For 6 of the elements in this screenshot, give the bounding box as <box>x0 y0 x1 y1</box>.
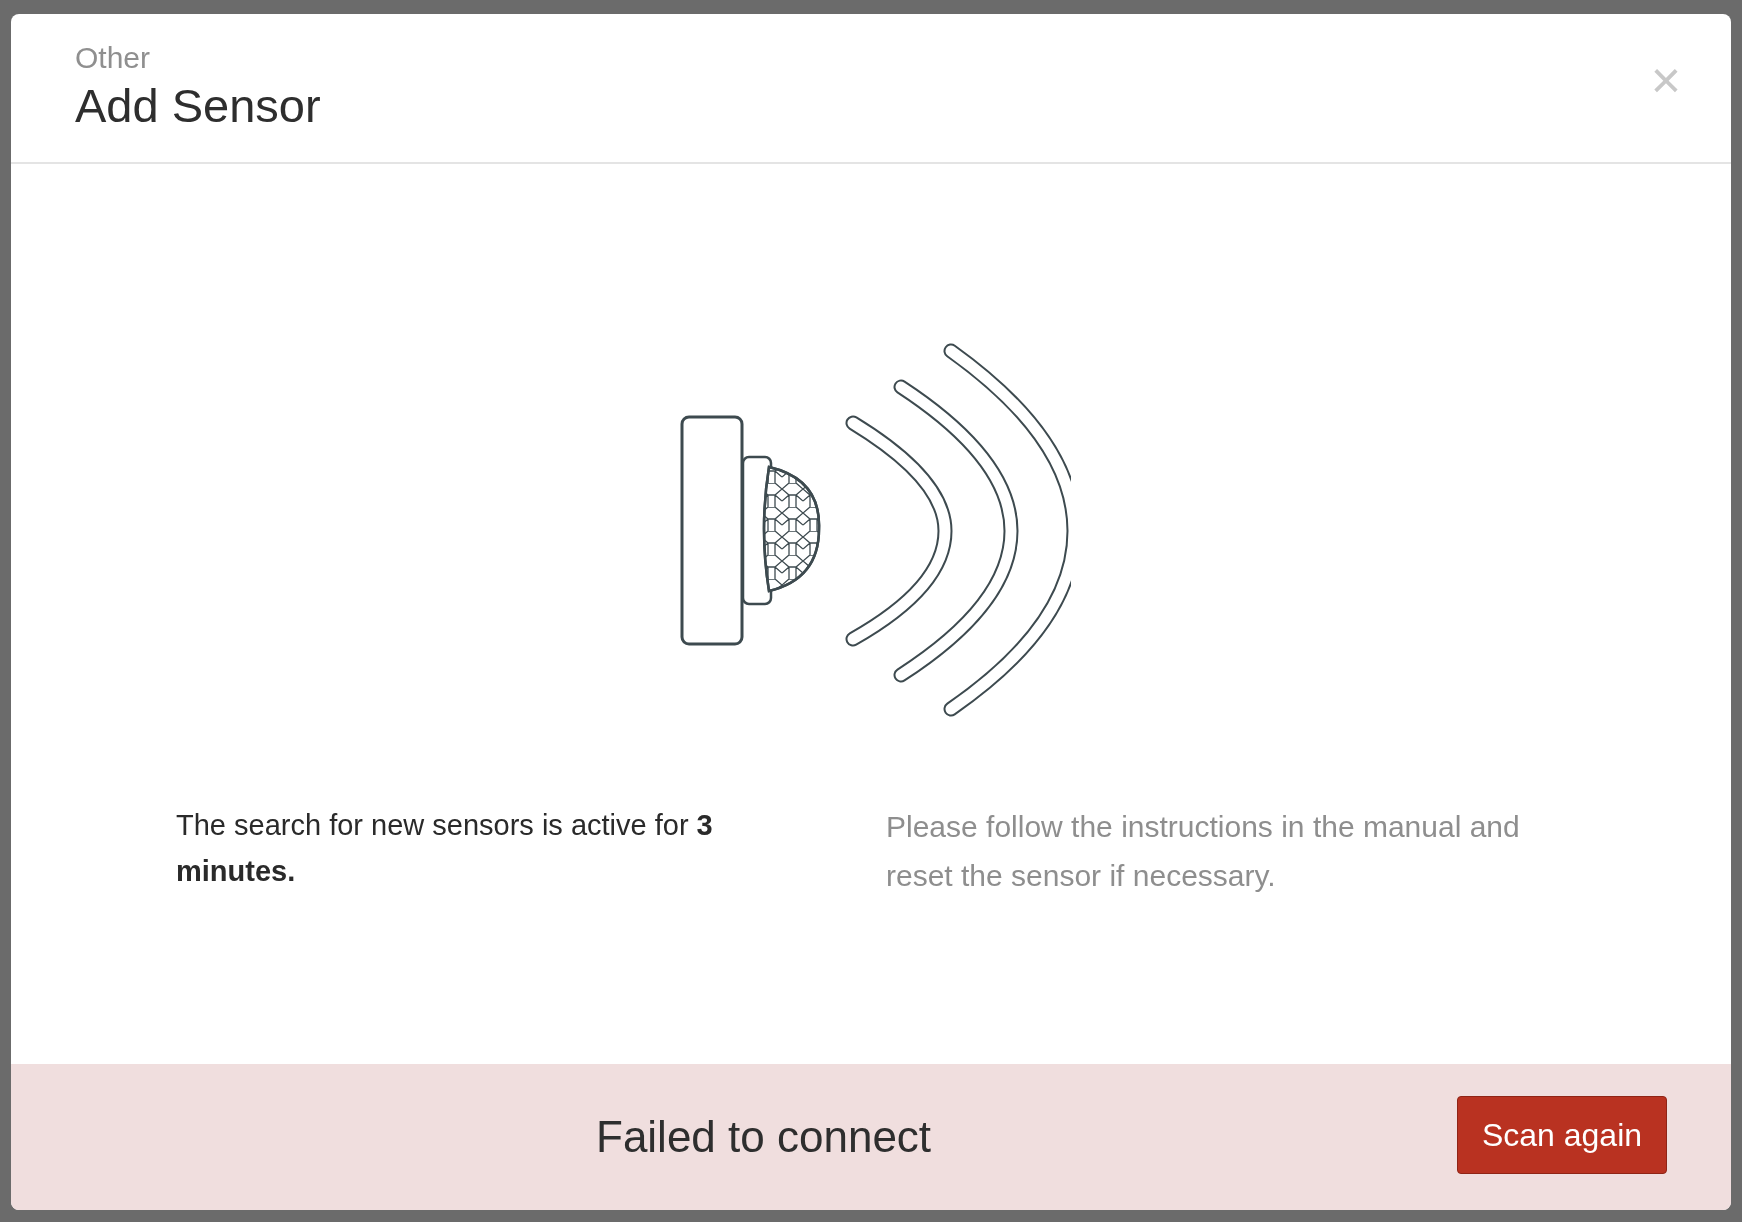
search-duration-text: The search for new sensors is active for 3 minutes. <box>176 808 714 889</box>
scan-again-button[interactable]: Scan again <box>1457 1096 1667 1174</box>
instructions-text: Please follow the instructions in the manual and reset the sensor if necessary. <box>886 809 1521 894</box>
dialog-title: Add Sensor <box>75 78 321 134</box>
dialog-category: Other <box>75 40 152 76</box>
status-message: Failed to connect <box>596 1111 933 1163</box>
